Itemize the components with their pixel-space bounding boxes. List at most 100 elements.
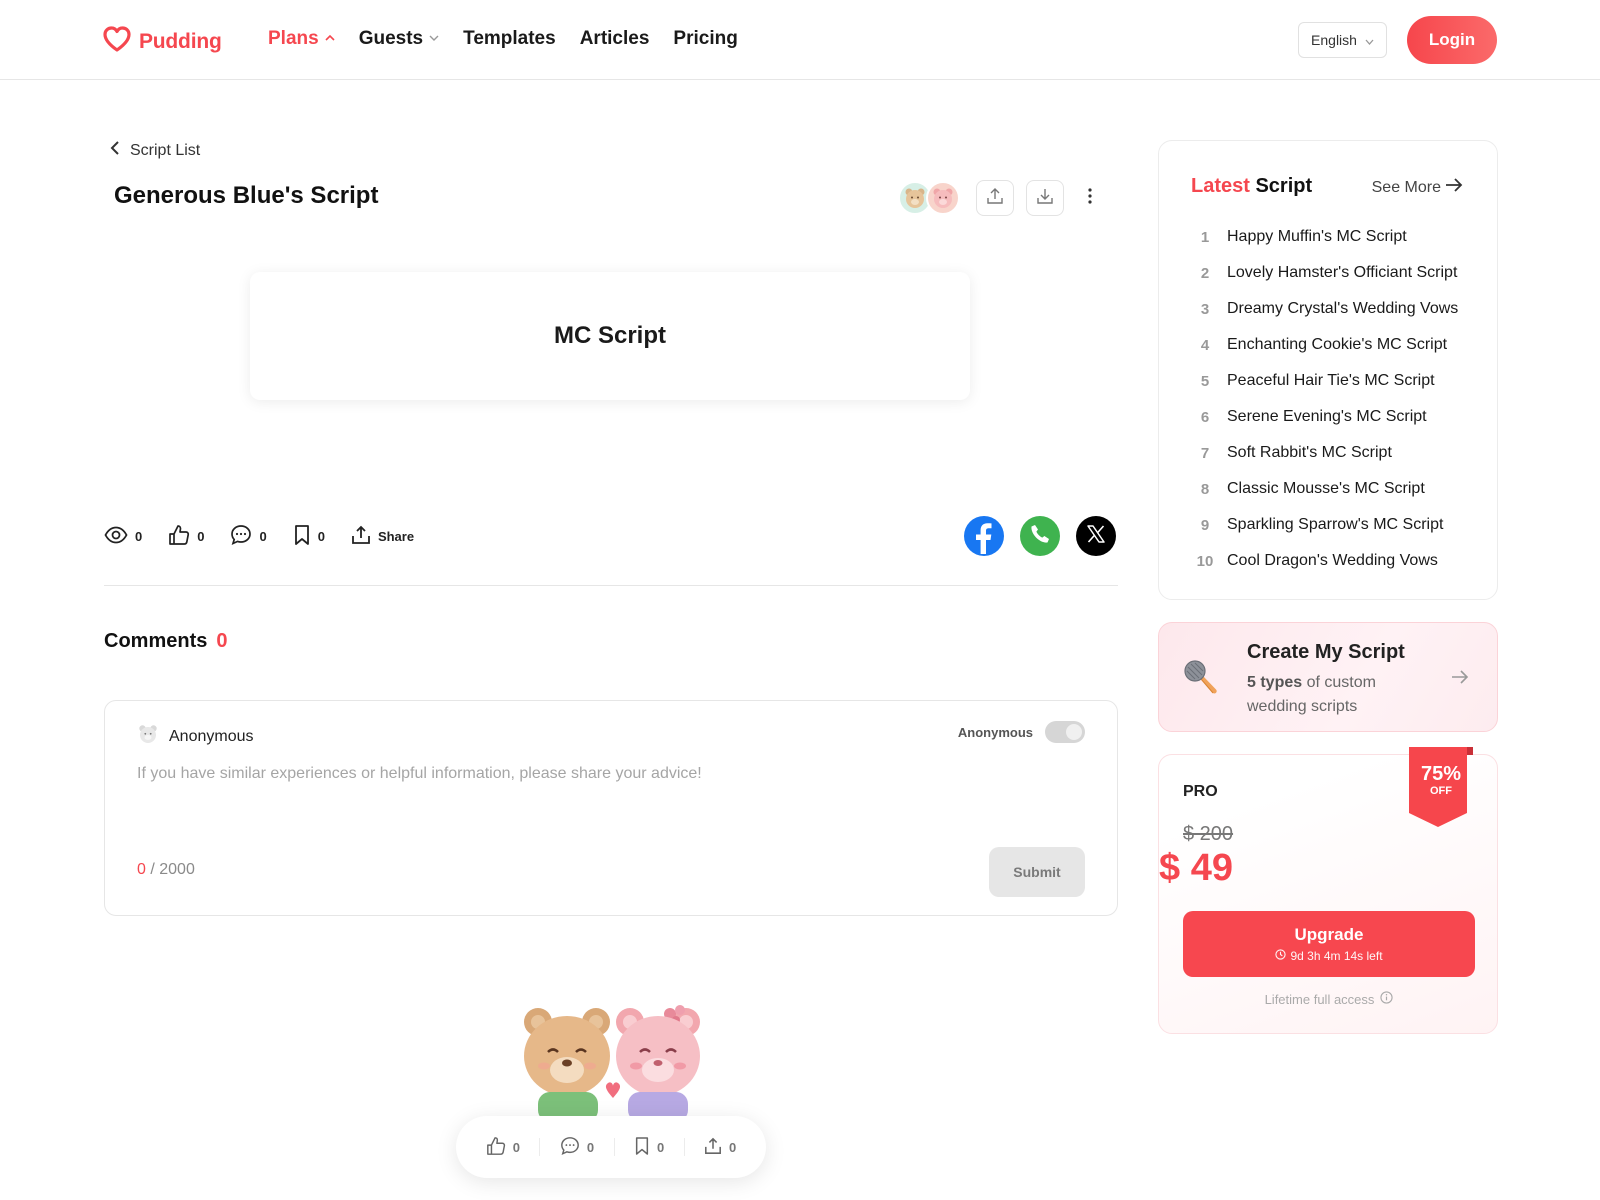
top-header: Pudding Plans Guests Templates Articles … (0, 0, 1600, 80)
latest-scripts-title: Latest Script (1191, 175, 1312, 198)
social-share (964, 516, 1116, 556)
pro-upgrade-card: PRO 75% OFF $ 200 $ 49 Upgrade 9d 3h 4m … (1158, 747, 1499, 1034)
more-options-button[interactable] (1080, 186, 1100, 210)
lifetime-access-note: Lifetime full access (1159, 991, 1499, 1007)
list-item[interactable]: 1 Happy Muffin's MC Script (1191, 219, 1458, 255)
floating-action-bar: 0 0 0 0 (456, 1116, 766, 1178)
clock-icon (1275, 949, 1287, 963)
list-item-label: Sparkling Sparrow's MC Script (1227, 516, 1444, 533)
nav-guests-label: Guests (358, 28, 424, 49)
x-share-button[interactable] (1076, 516, 1116, 556)
latest-title-rest: Script (1255, 175, 1313, 197)
nav-templates[interactable]: Templates (463, 28, 556, 50)
list-item-label: Lovely Hamster's Officiant Script (1227, 264, 1458, 281)
list-item-number: 5 (1200, 372, 1210, 390)
share-icon (351, 525, 371, 548)
separator (539, 1138, 541, 1156)
list-item-number: 3 (1200, 300, 1210, 318)
comment-icon (230, 524, 252, 549)
list-item-label: Happy Muffin's MC Script (1227, 228, 1407, 245)
microphone-icon (1181, 657, 1221, 702)
see-more-link[interactable]: See More (1372, 177, 1463, 198)
script-card[interactable]: MC Script (250, 272, 970, 400)
discount-off-label: OFF (1430, 785, 1452, 797)
create-script-sub-bold: 5 types (1247, 674, 1303, 691)
list-item-number: 9 (1200, 516, 1210, 534)
nav-pricing[interactable]: Pricing (673, 28, 737, 50)
views-count: 0 (135, 529, 143, 544)
list-item[interactable]: 5 Peaceful Hair Tie's MC Script (1191, 363, 1458, 399)
language-select[interactable]: English (1298, 22, 1387, 58)
nav-plans[interactable]: Plans (268, 28, 335, 50)
chevron-left-icon (110, 140, 120, 161)
list-item-number: 1 (1200, 228, 1210, 246)
list-item[interactable]: 4 Enchanting Cookie's MC Script (1191, 327, 1458, 363)
list-item[interactable]: 6 Serene Evening's MC Script (1191, 399, 1458, 435)
floating-like-button[interactable]: 0 (486, 1136, 520, 1159)
views-stat: 0 (104, 526, 142, 547)
floating-comments-count: 0 (586, 1139, 595, 1155)
upgrade-timer: 9d 3h 4m 14s left (1275, 949, 1383, 963)
discount-percent: 75% (1420, 763, 1462, 785)
bookmark-button[interactable]: 0 (293, 524, 325, 549)
nav-articles-label: Articles (579, 28, 650, 49)
upgrade-button[interactable]: Upgrade 9d 3h 4m 14s left (1183, 911, 1475, 977)
list-item-label: Enchanting Cookie's MC Script (1227, 336, 1448, 353)
floating-share-button[interactable]: 0 (704, 1137, 736, 1158)
main-nav: Plans Guests Templates Articles Pricing (268, 28, 762, 50)
create-script-subtitle: 5 types of custom wedding scripts (1247, 671, 1417, 719)
list-item[interactable]: 2 Lovely Hamster's Officiant Script (1191, 255, 1458, 291)
back-to-script-list[interactable]: Script List (110, 140, 200, 161)
like-button[interactable]: 0 (168, 524, 204, 549)
share-button[interactable]: Share (351, 525, 414, 548)
submit-button[interactable]: Submit (989, 847, 1085, 897)
list-item-label: Classic Mousse's MC Script (1227, 480, 1425, 497)
list-item[interactable]: 3 Dreamy Crystal's Wedding Vows (1191, 291, 1458, 327)
upload-button[interactable] (976, 180, 1014, 216)
download-button[interactable] (1026, 180, 1064, 216)
comments-count: 0 (259, 529, 267, 544)
info-icon[interactable] (1380, 991, 1394, 1007)
comments-title: Comments (104, 630, 208, 652)
logo[interactable]: Pudding (103, 26, 222, 57)
list-item-number: 4 (1200, 336, 1210, 354)
nav-plans-label: Plans (268, 28, 319, 49)
floating-bookmark-button[interactable]: 0 (634, 1136, 664, 1159)
list-item[interactable]: 8 Classic Mousse's MC Script (1191, 471, 1458, 507)
list-item[interactable]: 7 Soft Rabbit's MC Script (1191, 435, 1458, 471)
floating-comment-button[interactable]: 0 (560, 1136, 594, 1159)
login-button[interactable]: Login (1407, 16, 1497, 64)
comment-button[interactable]: 0 (230, 524, 267, 549)
share-icon (704, 1137, 722, 1158)
list-item[interactable]: 9 Sparkling Sparrow's MC Script (1191, 507, 1458, 543)
facebook-icon (964, 514, 1004, 559)
comment-input[interactable]: If you have similar experiences or helpf… (137, 765, 702, 783)
avatar (137, 723, 159, 750)
download-icon (1036, 187, 1054, 210)
list-item-number: 7 (1200, 444, 1210, 462)
upgrade-label: Upgrade (1294, 925, 1364, 944)
nav-guests[interactable]: Guests (359, 28, 439, 50)
create-script-title: Create My Script (1247, 641, 1405, 663)
list-item-number: 10 (1196, 552, 1214, 570)
whatsapp-share-button[interactable] (1020, 516, 1060, 556)
x-icon (1086, 524, 1106, 549)
list-item[interactable]: 10 Cool Dragon's Wedding Vows (1191, 543, 1458, 579)
create-script-card[interactable]: Create My Script 5 types of custom weddi… (1158, 622, 1498, 732)
nav-articles[interactable]: Articles (580, 28, 650, 50)
list-item-number: 6 (1200, 408, 1210, 426)
arrow-right-icon (1445, 177, 1463, 198)
section-divider (104, 585, 1118, 586)
arrow-right-icon (1451, 669, 1469, 690)
facebook-share-button[interactable] (964, 516, 1004, 556)
discount-badge-text: 75% OFF (1409, 763, 1473, 797)
likes-count: 0 (197, 529, 205, 544)
anonymous-label: Anonymous (957, 724, 1033, 740)
comment-icon (560, 1136, 580, 1159)
collaborator-avatars[interactable] (898, 181, 960, 215)
old-price: $ 200 (1183, 823, 1234, 845)
chevron-down-icon (1365, 32, 1374, 48)
anonymous-toggle[interactable] (1045, 721, 1085, 743)
separator (683, 1138, 685, 1156)
share-label: Share (377, 529, 415, 544)
